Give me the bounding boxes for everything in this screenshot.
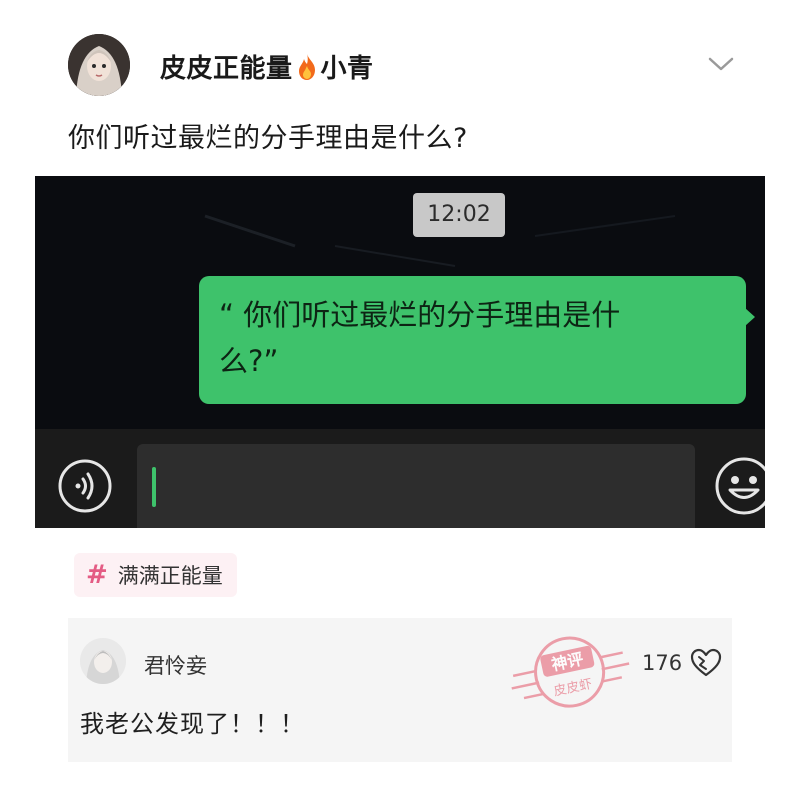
commenter-name[interactable]: 君怜妾 (144, 650, 207, 680)
hash-icon: # (86, 560, 108, 590)
bubble-line-1: “ 你们听过最烂的分手理由是什 (219, 298, 621, 332)
chat-input-bar (35, 429, 765, 528)
post-title: 你们听过最烂的分手理由是什么? (68, 123, 468, 154)
chat-timestamp: 12:02 (413, 193, 505, 237)
chat-bubble: “ 你们听过最烂的分手理由是什 么?” (199, 276, 746, 404)
stamp-watermark: 神评 皮皮虾 (511, 636, 630, 708)
author-name-text: 皮皮正能量 (160, 54, 293, 84)
like-count: 176 (642, 651, 683, 675)
commenter-avatar[interactable] (80, 638, 126, 684)
fire-icon (298, 53, 315, 80)
heart-like-icon[interactable] (690, 648, 722, 678)
topic-tag[interactable]: # 满满正能量 (74, 553, 237, 597)
topic-label: 满满正能量 (117, 564, 223, 588)
chevron-down-icon[interactable] (706, 54, 736, 74)
chat-screenshot-image: 12:02 “ 你们听过最烂的分手理由是什 么?” (35, 176, 765, 528)
post-header: 皮皮正能量 小青 (68, 34, 768, 106)
emoji-icon (715, 457, 765, 515)
message-input (137, 444, 695, 528)
stamp-text-bottom: 皮皮虾 (552, 677, 593, 700)
voice-icon (58, 459, 112, 513)
text-caret (152, 467, 156, 507)
author-name[interactable]: 皮皮正能量 小青 (160, 48, 374, 85)
bubble-tail (745, 308, 755, 326)
author-avatar[interactable] (68, 34, 130, 96)
comment-text: 我老公发现了！！！ (80, 710, 305, 738)
author-suffix: 小青 (320, 54, 374, 84)
bubble-line-2: 么?” (219, 344, 279, 378)
